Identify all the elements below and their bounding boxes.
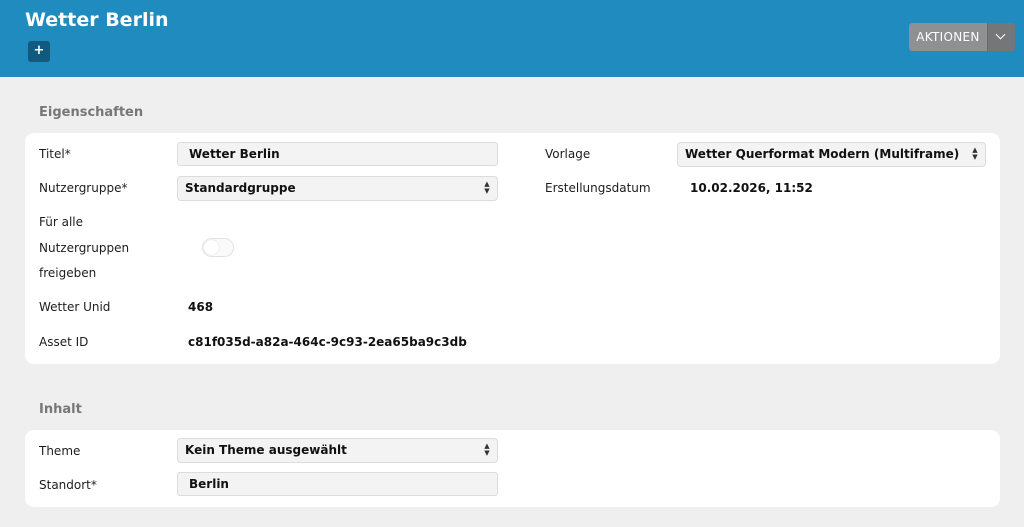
share-all-groups-toggle[interactable] <box>202 238 234 257</box>
toggle-knob <box>204 240 219 255</box>
theme-value: Kein Theme ausgewählt <box>185 443 347 457</box>
created-date-value: 10.02.2026, 11:52 <box>690 181 813 195</box>
properties-card: Titel* Wetter Berlin Nutzergruppe* Stand… <box>25 133 1000 364</box>
add-button[interactable]: + <box>28 41 50 62</box>
section-title-properties: Eigenschaften <box>39 105 144 120</box>
content-card: Theme Kein Theme ausgewählt ▲ ▼ Standort*… <box>25 430 1000 507</box>
share-label-line-3: freigeben <box>39 266 97 280</box>
select-arrows-icon: ▲ ▼ <box>484 442 490 457</box>
app-header: Wetter Berlin + AKTIONEN <box>0 0 1024 77</box>
user-group-select[interactable]: Standardgruppe ▲ ▼ <box>177 176 498 201</box>
created-date-label: Erstellungsdatum <box>545 181 651 195</box>
location-input[interactable]: Berlin <box>177 472 498 496</box>
template-label: Vorlage <box>545 147 591 161</box>
weather-unid-value: 468 <box>188 300 214 314</box>
page-title: Wetter Berlin <box>25 9 169 31</box>
template-value: Wetter Querformat Modern (Multiframe) <box>685 147 960 161</box>
select-arrows-icon: ▲ ▼ <box>484 180 490 195</box>
theme-select[interactable]: Kein Theme ausgewählt ▲ ▼ <box>177 438 498 463</box>
share-label-line-1: Für alle <box>39 215 84 229</box>
actions-button[interactable]: AKTIONEN <box>909 23 987 51</box>
weather-unid-label: Wetter Unid <box>39 300 111 314</box>
section-title-content: Inhalt <box>39 402 82 417</box>
user-group-value: Standardgruppe <box>185 181 296 195</box>
theme-label: Theme <box>39 444 81 458</box>
share-label-line-2: Nutzergruppen <box>39 241 130 255</box>
select-arrows-icon: ▲ ▼ <box>972 146 978 161</box>
asset-id-label: Asset ID <box>39 335 89 349</box>
actions-menu[interactable]: AKTIONEN <box>909 23 1015 51</box>
title-input[interactable]: Wetter Berlin <box>177 142 498 166</box>
title-label: Titel* <box>39 147 71 161</box>
template-select[interactable]: Wetter Querformat Modern (Multiframe) ▲ ▼ <box>677 142 986 167</box>
asset-id-value: c81f035d-a82a-464c-9c93-2ea65ba9c3db <box>188 335 467 349</box>
chevron-down-icon[interactable] <box>987 23 1015 51</box>
user-group-label: Nutzergruppe* <box>39 181 128 195</box>
location-label: Standort* <box>39 478 97 492</box>
